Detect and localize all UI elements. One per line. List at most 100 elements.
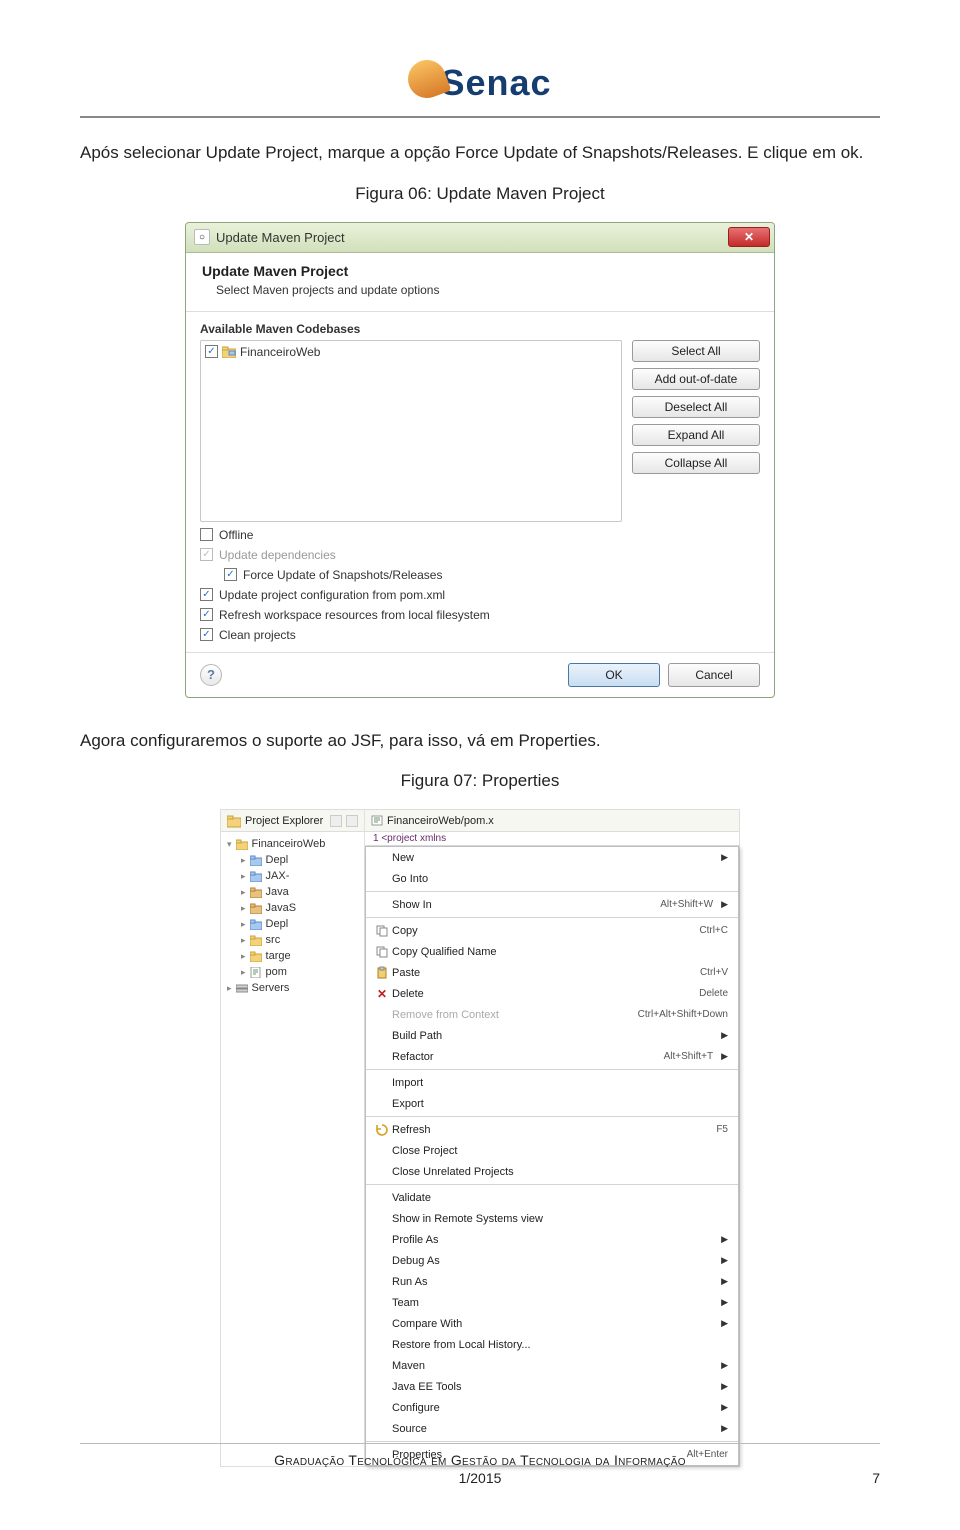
expand-icon[interactable]: ▾	[227, 839, 232, 850]
menu-item[interactable]: Copy Qualified Name	[366, 941, 738, 962]
expand-icon[interactable]: ▸	[241, 967, 246, 978]
dialog-header: Update Maven Project Select Maven projec…	[186, 253, 774, 312]
checkbox-icon[interactable]: ✓	[200, 588, 213, 601]
menu-item[interactable]: Team ▶	[366, 1292, 738, 1313]
ok-button[interactable]: OK	[568, 663, 660, 687]
project-explorer-tree[interactable]: ▾FinanceiroWeb▸Depl▸JAX-▸Java▸JavaS▸Depl…	[221, 832, 364, 1000]
checkbox-icon[interactable]	[200, 528, 213, 541]
menu-item-label: Team	[392, 1297, 713, 1309]
tree-item[interactable]: ▸ src	[227, 932, 358, 948]
tree-item[interactable]: ▸ pom	[227, 964, 358, 980]
editor-tab-label: FinanceiroWeb/pom.x	[387, 815, 494, 827]
codebases-tree[interactable]: ✓ FinanceiroWeb	[200, 340, 622, 522]
expand-icon[interactable]: ▸	[241, 935, 246, 946]
menu-item-label: Profile As	[392, 1234, 713, 1246]
expand-icon[interactable]: ▸	[241, 951, 246, 962]
menu-item[interactable]: RefreshF5	[366, 1119, 738, 1140]
menu-item[interactable]: Run As▶	[366, 1271, 738, 1292]
menu-item[interactable]: Java EE Tools▶	[366, 1376, 738, 1397]
menu-item-label: Java EE Tools	[392, 1381, 713, 1393]
tree-item[interactable]: ▸targe	[227, 948, 358, 964]
checkbox-icon[interactable]: ✓	[200, 608, 213, 621]
expand-icon[interactable]: ▸	[241, 871, 246, 882]
menu-item-icon	[372, 945, 392, 959]
expand-icon[interactable]: ▸	[241, 855, 246, 866]
menu-item[interactable]: Compare With▶	[366, 1313, 738, 1334]
menu-item[interactable]: CopyCtrl+C	[366, 920, 738, 941]
select-all-button[interactable]: Select All	[632, 340, 760, 362]
add-out-of-date-button[interactable]: Add out-of-date	[632, 368, 760, 390]
checkbox-update-pom[interactable]: ✓ Update project configuration from pom.…	[200, 588, 760, 602]
menu-item[interactable]: Import	[366, 1072, 738, 1093]
expand-icon[interactable]: ▸	[227, 983, 232, 994]
tree-item[interactable]: ▸JAX-	[227, 868, 358, 884]
tree-item[interactable]: ▸ Depl	[227, 916, 358, 932]
menu-item-label: Build Path	[392, 1030, 713, 1042]
menu-item[interactable]: Build Path ▶	[366, 1025, 738, 1046]
menu-item[interactable]: Debug As▶	[366, 1250, 738, 1271]
checkbox-offline[interactable]: Offline	[200, 528, 760, 542]
tree-item[interactable]: ▸Java	[227, 884, 358, 900]
tree-item-label: FinanceiroWeb	[252, 838, 326, 850]
checkbox-icon[interactable]: ✓	[224, 568, 237, 581]
menu-item[interactable]: Maven▶	[366, 1355, 738, 1376]
menu-item[interactable]: ✕DeleteDelete	[366, 983, 738, 1004]
intro-paragraph: Após selecionar Update Project, marque a…	[80, 140, 880, 166]
menu-item[interactable]: PasteCtrl+V	[366, 962, 738, 983]
menu-item[interactable]: Show in Remote Systems view	[366, 1208, 738, 1229]
menu-item[interactable]: New▶	[366, 847, 738, 868]
tree-item[interactable]: ▸ JavaS	[227, 900, 358, 916]
help-button[interactable]: ?	[200, 664, 222, 686]
editor-tab[interactable]: FinanceiroWeb/pom.x	[365, 810, 739, 832]
collapse-all-button[interactable]: Collapse All	[632, 452, 760, 474]
tree-item[interactable]: ▾ FinanceiroWeb	[227, 836, 358, 852]
menu-item[interactable]: Profile As▶	[366, 1229, 738, 1250]
tree-item[interactable]: ▸ Servers	[227, 980, 358, 996]
menu-item[interactable]: Go Into	[366, 868, 738, 889]
project-explorer-label: Project Explorer	[245, 815, 323, 827]
deselect-all-button[interactable]: Deselect All	[632, 396, 760, 418]
checkbox-clean-projects[interactable]: ✓ Clean projects	[200, 628, 760, 642]
tree-item-checkbox[interactable]: ✓	[205, 345, 218, 358]
project-explorer-panel: Project Explorer ▾ FinanceiroWeb ▸ Depl ▸JAX…	[221, 810, 365, 1466]
menu-item[interactable]: Export	[366, 1093, 738, 1114]
tree-item-label: pom	[266, 966, 287, 978]
expand-all-button[interactable]: Expand All	[632, 424, 760, 446]
tree-item[interactable]: ▸Depl	[227, 852, 358, 868]
expand-icon[interactable]: ▸	[241, 919, 246, 930]
checkbox-refresh-workspace[interactable]: ✓ Refresh workspace resources from local…	[200, 608, 760, 622]
menu-item-label: Paste	[392, 967, 700, 979]
pe-tool-icon[interactable]	[346, 815, 358, 827]
menu-item[interactable]: Restore from Local History...	[366, 1334, 738, 1355]
submenu-arrow-icon: ▶	[721, 1030, 728, 1041]
menu-item-label: Configure	[392, 1402, 713, 1414]
item-type-icon	[250, 935, 262, 946]
tree-item-label: Servers	[252, 982, 290, 994]
checkbox-force-update[interactable]: ✓ Force Update of Snapshots/Releases	[200, 568, 760, 582]
project-explorer-tab[interactable]: Project Explorer	[221, 810, 364, 832]
submenu-arrow-icon: ▶	[721, 1423, 728, 1434]
menu-item[interactable]: RefactorAlt+Shift+T▶	[366, 1046, 738, 1067]
tree-item-label: src	[266, 934, 281, 946]
tree-item-label: JavaS	[266, 902, 297, 914]
menu-item[interactable]: Show InAlt+Shift+W▶	[366, 894, 738, 915]
menu-item[interactable]: Close Unrelated Projects	[366, 1161, 738, 1182]
menu-item[interactable]: Source▶	[366, 1418, 738, 1439]
expand-icon[interactable]: ▸	[241, 903, 246, 914]
checkbox-icon[interactable]: ✓	[200, 628, 213, 641]
submenu-arrow-icon: ▶	[721, 1297, 728, 1308]
menu-item[interactable]: Close Project	[366, 1140, 738, 1161]
file-icon	[371, 815, 383, 826]
cancel-button[interactable]: Cancel	[668, 663, 760, 687]
menu-item[interactable]: Validate	[366, 1187, 738, 1208]
menu-separator	[366, 917, 738, 918]
menu-separator	[366, 1441, 738, 1442]
window-close-button[interactable]: ✕	[728, 227, 770, 247]
tree-side-buttons: Select All Add out-of-date Deselect All …	[632, 340, 760, 474]
menu-item[interactable]: Configure▶	[366, 1397, 738, 1418]
context-menu[interactable]: New▶Go Into Show InAlt+Shift+W▶ CopyCtrl+C…	[365, 846, 739, 1466]
tree-item-label: Depl	[266, 918, 289, 930]
tree-item-financeiroweb[interactable]: ✓ FinanceiroWeb	[205, 345, 617, 359]
pe-tool-icon[interactable]	[330, 815, 342, 827]
expand-icon[interactable]: ▸	[241, 887, 246, 898]
